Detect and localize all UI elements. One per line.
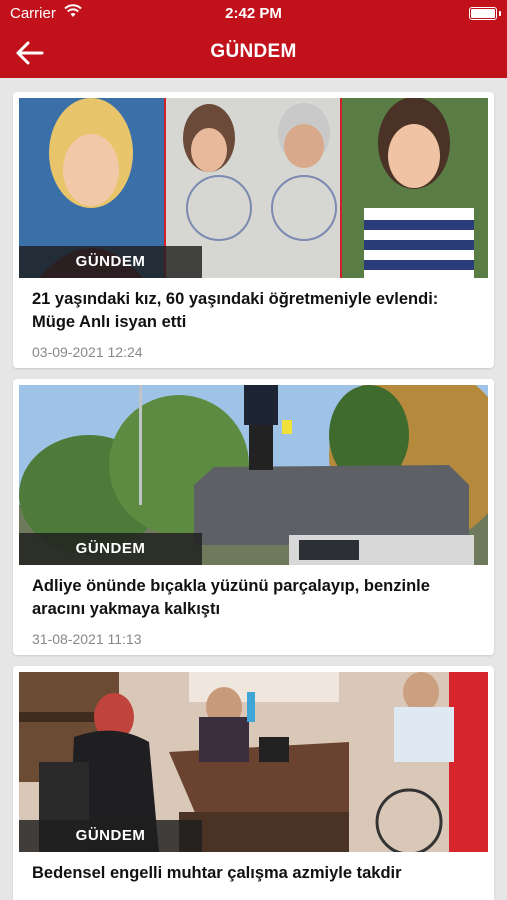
page-title: GÜNDEM	[210, 41, 297, 62]
nav-bar: GÜNDEM	[0, 28, 507, 78]
category-badge: GÜNDEM	[19, 533, 202, 565]
status-bar: Carrier 2:42 PM	[0, 0, 507, 28]
news-card[interactable]: GÜNDEM Bedensel engelli muhtar çalışma a…	[13, 666, 494, 900]
news-card[interactable]: GÜNDEM Adliye önünde bıçakla yüzünü parç…	[13, 379, 494, 655]
battery-icon	[469, 7, 497, 20]
article-title[interactable]: Adliye önünde bıçakla yüzünü parçalayıp,…	[32, 575, 482, 621]
article-date: 31-08-2021 11:13	[32, 631, 142, 647]
clock: 2:42 PM	[225, 5, 282, 22]
category-badge: GÜNDEM	[19, 820, 202, 852]
article-title[interactable]: 21 yaşındaki kız, 60 yaşındaki öğretmeni…	[32, 288, 482, 334]
news-feed[interactable]: GÜNDEM 21 yaşındaki kız, 60 yaşındaki öğ…	[0, 78, 507, 900]
article-title[interactable]: Bedensel engelli muhtar çalışma azmiyle …	[32, 862, 482, 885]
article-date: 03-09-2021 12:24	[32, 344, 143, 360]
news-card[interactable]: GÜNDEM 21 yaşındaki kız, 60 yaşındaki öğ…	[13, 92, 494, 368]
category-badge: GÜNDEM	[19, 246, 202, 278]
